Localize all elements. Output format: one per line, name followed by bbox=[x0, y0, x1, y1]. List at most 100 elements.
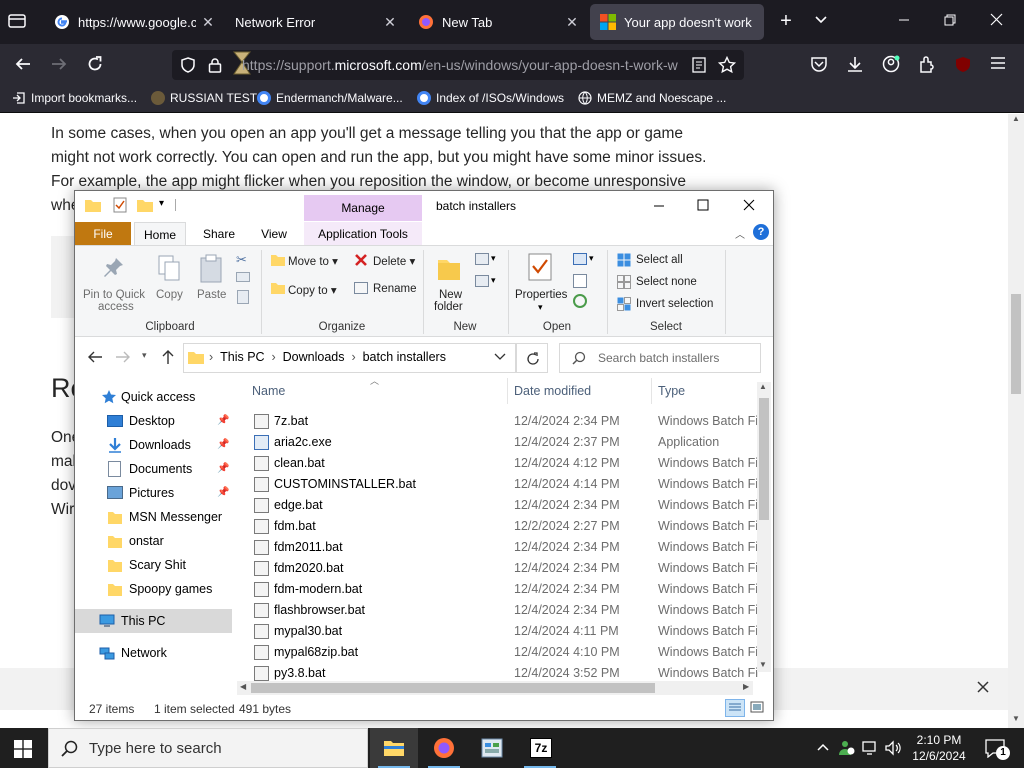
network-status-icon[interactable] bbox=[862, 740, 880, 756]
nav-folder-scary[interactable]: Scary Shit bbox=[75, 553, 232, 577]
account-icon[interactable] bbox=[882, 55, 902, 73]
menu-icon[interactable] bbox=[990, 56, 1010, 70]
new-folder-qat-icon[interactable] bbox=[137, 198, 153, 212]
customize-qat-icon[interactable]: ▾ bbox=[159, 198, 164, 209]
nav-downloads[interactable]: Downloads 📌 bbox=[75, 433, 232, 457]
show-hidden-icons-icon[interactable] bbox=[816, 741, 830, 753]
bookmark-endermanch[interactable]: Endermanch/Malware... bbox=[257, 91, 403, 105]
bookmark-russian-test[interactable]: RUSSIAN TEST bbox=[151, 91, 257, 105]
bookmark-import[interactable]: Import bookmarks... bbox=[12, 91, 137, 105]
close-tab-icon[interactable]: ✕ bbox=[560, 14, 584, 31]
pin-label[interactable]: access bbox=[98, 301, 134, 313]
scroll-down-icon[interactable]: ▼ bbox=[1012, 714, 1020, 723]
table-row[interactable]: fdm2011.bat 12/4/2024 2:34 PM Windows Batc… bbox=[251, 537, 759, 558]
tab-your-app[interactable]: Your app doesn't work bbox=[590, 4, 764, 40]
maximize-icon[interactable] bbox=[697, 199, 709, 211]
nav-pictures[interactable]: Pictures 📌 bbox=[75, 481, 232, 505]
close-tab-icon[interactable]: ✕ bbox=[196, 14, 220, 31]
help-icon[interactable]: ? bbox=[753, 224, 769, 240]
nav-documents[interactable]: Documents 📌 bbox=[75, 457, 232, 481]
easy-access-icon[interactable] bbox=[475, 275, 489, 287]
forward-icon[interactable] bbox=[50, 55, 70, 73]
tab-list-icon[interactable] bbox=[8, 13, 30, 29]
taskbar-7zip[interactable]: 7z bbox=[516, 728, 564, 768]
nav-folder-msn[interactable]: MSN Messenger bbox=[75, 505, 232, 529]
table-row[interactable]: fdm-modern.bat 12/4/2024 2:34 PM Windows B… bbox=[251, 579, 759, 600]
address-bar[interactable]: › This PC › Downloads › batch installers bbox=[183, 343, 516, 373]
copy-to-button[interactable]: Copy to ▾ bbox=[288, 283, 337, 297]
tab-new-tab[interactable]: New Tab ✕ bbox=[408, 4, 584, 40]
nav-quick-access[interactable]: Quick access bbox=[75, 385, 232, 409]
taskbar-file-explorer[interactable] bbox=[370, 728, 418, 768]
file-list-scrollbar[interactable]: ▲ ▼ bbox=[757, 382, 771, 672]
table-row[interactable]: edge.bat 12/4/2024 2:34 PM Windows Batch F… bbox=[251, 495, 759, 516]
new-tab-icon[interactable]: + bbox=[774, 10, 798, 33]
nav-folder-onstar[interactable]: onstar bbox=[75, 529, 232, 553]
table-row[interactable]: mypal68zip.bat 12/4/2024 4:10 PM Windows B… bbox=[251, 642, 759, 663]
history-icon[interactable] bbox=[573, 294, 587, 308]
close-icon[interactable] bbox=[743, 199, 755, 211]
dropdown-arrow-icon[interactable]: ▾ bbox=[491, 253, 496, 264]
up-icon[interactable] bbox=[161, 349, 175, 365]
taskbar-control-panel[interactable] bbox=[468, 728, 516, 768]
dropdown-arrow-icon[interactable]: ▾ bbox=[491, 275, 496, 286]
pin-label[interactable]: Pin to Quick bbox=[83, 289, 145, 301]
bookmark-star-icon[interactable] bbox=[718, 56, 736, 74]
new-item-icon[interactable] bbox=[475, 253, 489, 265]
scroll-up-icon[interactable]: ▲ bbox=[1012, 114, 1020, 123]
rename-button[interactable]: Rename bbox=[373, 283, 416, 295]
cut-icon[interactable]: ✂ bbox=[236, 252, 247, 268]
people-icon[interactable] bbox=[838, 739, 856, 757]
table-row[interactable]: 7z.bat 12/4/2024 2:34 PM Windows Batch Fil… bbox=[251, 411, 759, 432]
nav-desktop[interactable]: Desktop 📌 bbox=[75, 409, 232, 433]
close-tab-icon[interactable]: ✕ bbox=[378, 14, 402, 31]
column-date-modified[interactable]: Date modified bbox=[514, 384, 591, 398]
tab-view[interactable]: View bbox=[249, 222, 299, 246]
horizontal-scrollbar[interactable]: ◀ ▶ bbox=[237, 681, 753, 695]
properties-qat-icon[interactable] bbox=[113, 197, 127, 213]
tab-home[interactable]: Home bbox=[134, 222, 186, 247]
column-divider[interactable] bbox=[507, 378, 508, 404]
properties-button[interactable]: Properties bbox=[515, 289, 567, 301]
bookmark-isos-index[interactable]: Index of /ISOs/Windows bbox=[417, 91, 564, 105]
new-folder-label[interactable]: New bbox=[439, 289, 462, 301]
address-dropdown-icon[interactable] bbox=[494, 352, 506, 362]
extensions-icon[interactable] bbox=[918, 55, 938, 73]
minimize-icon[interactable] bbox=[898, 10, 920, 26]
table-row[interactable]: fdm2020.bat 12/4/2024 2:34 PM Windows Batc… bbox=[251, 558, 759, 579]
collapse-ribbon-icon[interactable]: ︿ bbox=[735, 226, 745, 241]
refresh-button[interactable] bbox=[516, 343, 548, 373]
minimize-icon[interactable] bbox=[653, 197, 665, 213]
nav-this-pc[interactable]: This PC bbox=[75, 609, 232, 633]
bookmark-memz[interactable]: MEMZ and Noescape ... bbox=[578, 91, 726, 105]
restore-icon[interactable] bbox=[944, 14, 966, 26]
url-bar[interactable]: https://support.microsoft.com/en-us/wind… bbox=[172, 50, 744, 80]
scroll-left-icon[interactable]: ◀ bbox=[240, 682, 246, 691]
breadcrumb-this-pc[interactable]: This PC bbox=[220, 350, 264, 364]
list-all-tabs-icon[interactable] bbox=[814, 12, 838, 26]
scroll-up-icon[interactable]: ▲ bbox=[759, 382, 767, 391]
back-icon[interactable] bbox=[14, 55, 34, 73]
large-icons-view-icon[interactable] bbox=[750, 701, 764, 713]
move-to-button[interactable]: Move to ▾ bbox=[288, 254, 338, 268]
select-all-button[interactable]: Select all bbox=[636, 254, 683, 266]
paste-shortcut-icon[interactable] bbox=[237, 290, 249, 304]
open-icon[interactable] bbox=[573, 253, 587, 265]
downloads-icon[interactable] bbox=[846, 55, 866, 73]
taskbar-clock[interactable]: 2:10 PM 12/6/2024 bbox=[902, 732, 976, 764]
dropdown-arrow-icon[interactable]: ▾ bbox=[538, 302, 543, 313]
table-row[interactable]: CUSTOMINSTALLER.bat 12/4/2024 4:14 PM Wind… bbox=[251, 474, 759, 495]
dropdown-arrow-icon[interactable]: ▾ bbox=[589, 253, 594, 264]
scrollbar-thumb[interactable] bbox=[759, 398, 769, 520]
invert-selection-button[interactable]: Invert selection bbox=[636, 298, 713, 310]
tab-share[interactable]: Share bbox=[193, 222, 245, 246]
scroll-right-icon[interactable]: ▶ bbox=[743, 682, 749, 691]
search-box[interactable]: Search batch installers bbox=[559, 343, 761, 373]
table-row[interactable]: aria2c.exe 12/4/2024 2:37 PM Application bbox=[251, 432, 759, 453]
select-none-button[interactable]: Select none bbox=[636, 276, 697, 288]
nav-folder-spoopy[interactable]: Spoopy games bbox=[75, 577, 232, 601]
windows-start-icon[interactable] bbox=[14, 740, 32, 758]
tab-application-tools[interactable]: Application Tools bbox=[304, 222, 422, 246]
table-row[interactable]: mypal30.bat 12/4/2024 4:11 PM Windows Batc… bbox=[251, 621, 759, 642]
nav-network[interactable]: Network bbox=[75, 641, 232, 665]
